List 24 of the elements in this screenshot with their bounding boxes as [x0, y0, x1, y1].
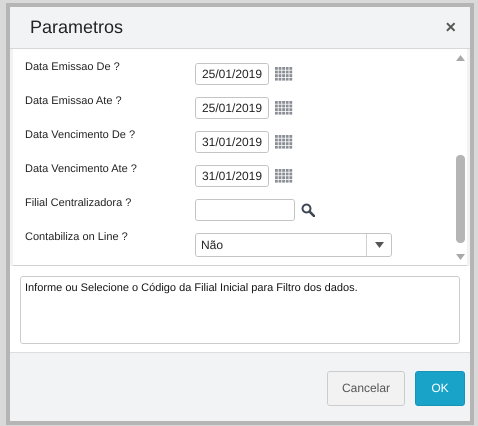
cancel-button[interactable]: Cancelar — [327, 370, 405, 406]
dialog-title: Parametros — [30, 17, 124, 38]
field-label: Data Emissao Ate ? — [25, 94, 123, 107]
date-field[interactable]: 25/01/2019 — [195, 63, 269, 85]
search-icon[interactable] — [301, 203, 315, 217]
field-label: Filial Centralizadora ? — [25, 196, 132, 209]
calendar-icon[interactable] — [275, 67, 293, 81]
field-label: Contabiliza on Line ? — [25, 230, 129, 243]
help-text: Informe ou Selecione o Código da Filial Inicial para Filtro dos dados. — [20, 276, 460, 344]
input-field[interactable] — [195, 199, 295, 221]
calendar-icon[interactable] — [275, 169, 293, 183]
close-button[interactable]: × — [445, 17, 456, 38]
dropdown[interactable]: Não — [195, 233, 392, 257]
field-label: Data Emissao De ? — [25, 60, 121, 73]
scroll-up-icon[interactable] — [456, 55, 464, 61]
field-label: Data Vencimento Ate ? — [25, 162, 138, 175]
scroll-down-icon[interactable] — [456, 254, 464, 260]
calendar-icon[interactable] — [275, 135, 293, 149]
date-field[interactable]: 31/01/2019 — [195, 131, 269, 153]
date-field[interactable]: 25/01/2019 — [195, 97, 269, 119]
date-field[interactable]: 31/01/2019 — [195, 165, 269, 187]
field-label: Data Vencimento De ? — [25, 128, 136, 141]
calendar-icon[interactable] — [275, 101, 293, 115]
caret-icon — [374, 242, 384, 248]
